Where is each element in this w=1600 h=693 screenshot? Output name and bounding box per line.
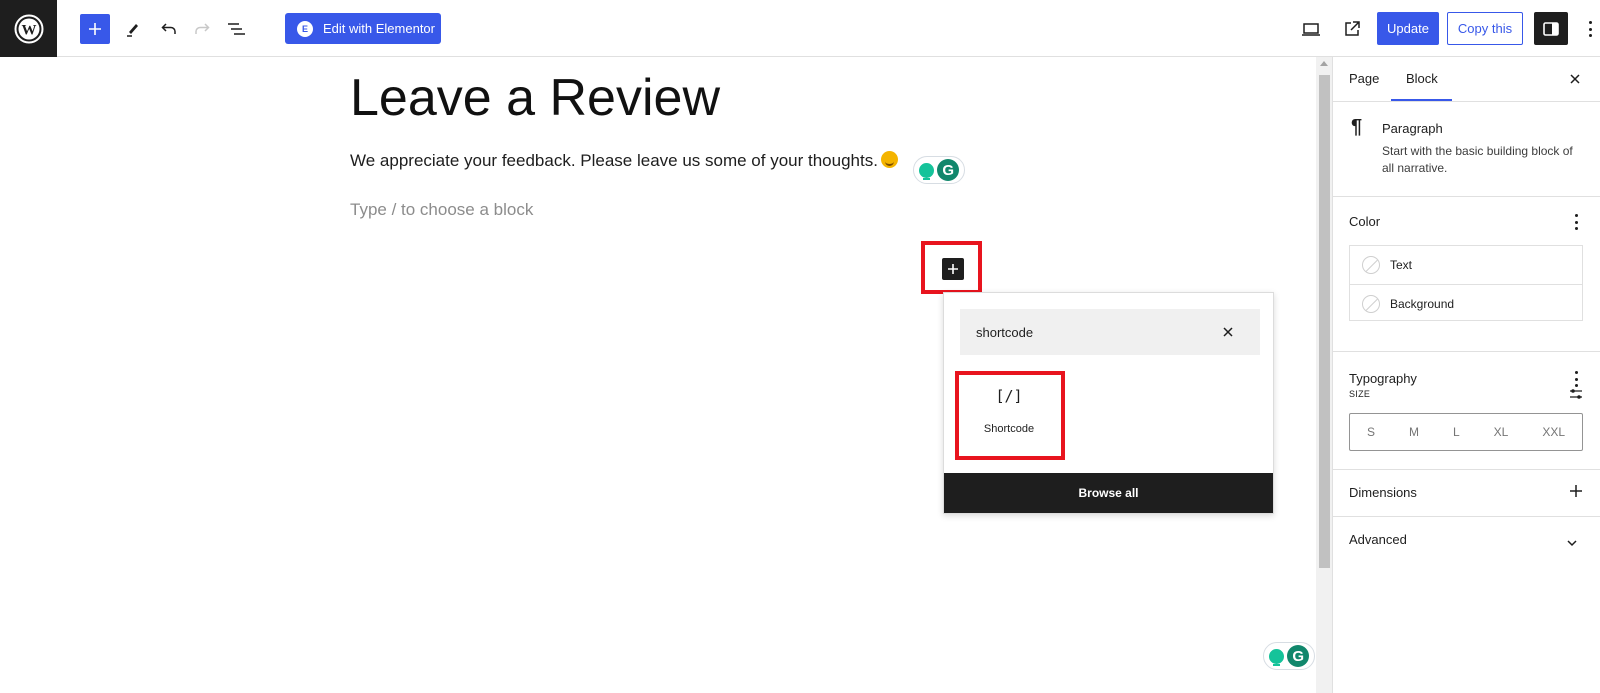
highlight-box-shortcode: [955, 371, 1065, 460]
more-vertical-icon: [1588, 21, 1592, 37]
text-color-button[interactable]: Text: [1350, 246, 1582, 284]
dimensions-panel-title: Dimensions: [1349, 485, 1417, 500]
typography-panel-title: Typography: [1349, 371, 1417, 386]
dimensions-panel[interactable]: Dimensions: [1333, 470, 1600, 517]
block-search-input[interactable]: shortcode: [960, 309, 1260, 355]
block-card-title: Paragraph: [1382, 121, 1443, 136]
empty-block-placeholder[interactable]: Type / to choose a block: [350, 200, 533, 220]
block-search-value: shortcode: [976, 324, 1034, 340]
post-title[interactable]: Leave a Review: [350, 68, 720, 128]
size-option-xxl[interactable]: XXL: [1542, 425, 1565, 439]
wordpress-logo-icon: W: [14, 14, 43, 43]
sidebar-tabs: Page Block: [1333, 57, 1600, 102]
lightbulb-icon: [918, 162, 934, 180]
editor-header: W E Edit with Elementor Update Copy this: [0, 0, 1600, 57]
color-panel: Color Text Background: [1333, 197, 1600, 352]
view-post-button[interactable]: [1340, 17, 1364, 41]
scroll-up-arrow-icon[interactable]: [1320, 61, 1328, 66]
grammarly-icon: G: [1287, 645, 1310, 667]
block-inserter-toggle[interactable]: [80, 14, 110, 44]
list-view-icon: [228, 23, 245, 35]
close-icon: [1570, 74, 1580, 84]
elementor-button-label: Edit with Elementor: [323, 21, 435, 36]
plus-icon: [1570, 485, 1582, 497]
advanced-panel-title: Advanced: [1349, 532, 1407, 547]
advanced-panel[interactable]: Advanced: [1333, 517, 1600, 565]
typography-panel: Typography SIZE S M L XL XXL: [1333, 352, 1600, 470]
size-option-m[interactable]: M: [1409, 425, 1419, 439]
browse-all-button[interactable]: Browse all: [944, 473, 1273, 513]
close-icon: [1223, 327, 1233, 337]
block-card-description: Start with the basic building block of a…: [1382, 144, 1573, 175]
list-view-button[interactable]: [224, 17, 248, 41]
paragraph-block[interactable]: We appreciate your feedback. Please leav…: [350, 151, 898, 171]
laptop-icon: [1302, 23, 1320, 36]
custom-size-button[interactable]: [1569, 387, 1583, 405]
typography-options-button[interactable]: [1574, 371, 1578, 387]
background-color-button[interactable]: Background: [1350, 284, 1582, 322]
update-button[interactable]: Update: [1377, 12, 1439, 45]
elementor-icon: E: [297, 20, 313, 37]
preview-button[interactable]: [1299, 17, 1323, 41]
paragraph-icon: ¶: [1351, 116, 1363, 138]
add-block-button[interactable]: [942, 258, 964, 280]
color-options-button[interactable]: [1574, 214, 1578, 230]
background-color-label: Background: [1390, 296, 1455, 311]
dimensions-add-button[interactable]: [1569, 484, 1583, 503]
grammarly-icon: G: [937, 159, 960, 181]
wordpress-logo-button[interactable]: W: [0, 0, 57, 57]
tab-block[interactable]: Block: [1406, 71, 1438, 86]
color-list: Text Background: [1349, 245, 1583, 321]
plus-icon: [948, 264, 958, 274]
close-sidebar-button[interactable]: [1566, 70, 1584, 88]
options-menu-button[interactable]: [1578, 17, 1600, 41]
chevron-down-icon: [1567, 540, 1577, 547]
no-color-swatch-icon: [1362, 256, 1380, 274]
clear-search-button[interactable]: [1218, 322, 1238, 342]
sliders-icon: [1570, 389, 1582, 399]
svg-text:W: W: [21, 22, 36, 38]
lightbulb-icon: [1268, 648, 1284, 666]
pencil-icon: [127, 24, 138, 37]
no-color-swatch-icon: [1362, 294, 1380, 313]
font-size-label: SIZE: [1349, 389, 1371, 399]
size-option-xl[interactable]: XL: [1494, 425, 1509, 439]
canvas-scrollbar[interactable]: [1316, 57, 1332, 693]
tools-button[interactable]: [121, 17, 145, 41]
grammarly-widget-bottom[interactable]: G: [1263, 642, 1315, 670]
edit-with-elementor-button[interactable]: E Edit with Elementor: [285, 13, 441, 44]
active-tab-indicator: [1391, 99, 1452, 101]
settings-toggle-button[interactable]: [1534, 12, 1568, 45]
size-option-l[interactable]: L: [1453, 425, 1460, 439]
color-panel-title: Color: [1349, 214, 1381, 229]
grammarly-widget[interactable]: G: [913, 156, 965, 184]
undo-button[interactable]: [157, 17, 181, 41]
settings-sidebar: Page Block ¶ Paragraph Start with the ba…: [1332, 57, 1600, 693]
smiling-face-emoji-icon: [880, 151, 898, 168]
text-color-label: Text: [1390, 258, 1413, 272]
scrollbar-thumb[interactable]: [1319, 75, 1330, 568]
plus-icon: [89, 23, 101, 35]
undo-icon: [161, 23, 176, 34]
external-link-icon: [1345, 21, 1360, 36]
redo-button[interactable]: [190, 17, 214, 41]
tab-page[interactable]: Page: [1349, 71, 1379, 86]
size-option-s[interactable]: S: [1367, 425, 1375, 439]
paragraph-text: We appreciate your feedback. Please leav…: [350, 151, 878, 170]
sidebar-toggle-icon: [1543, 21, 1559, 36]
font-size-toggle-group: S M L XL XXL: [1349, 413, 1583, 451]
copy-this-button[interactable]: Copy this: [1447, 12, 1523, 45]
advanced-toggle-button[interactable]: [1566, 534, 1578, 552]
redo-icon: [195, 23, 210, 34]
block-card: ¶ Paragraph Start with the basic buildin…: [1333, 102, 1600, 197]
